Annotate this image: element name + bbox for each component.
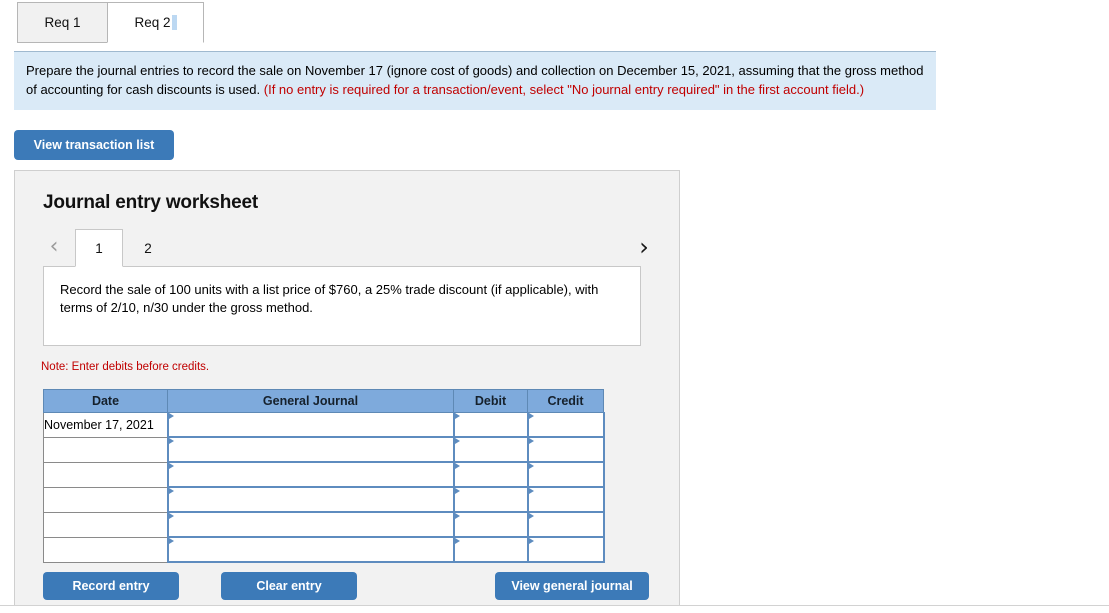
credit-input[interactable] [526,486,605,513]
journal-entry-table: Date General Journal Debit Credit Novemb… [43,389,605,563]
text-selection-caret [171,15,177,30]
tab-req-1-label: Req 1 [44,15,81,30]
tab-req-2[interactable]: Req 2 [107,2,204,43]
column-header-date: Date [43,389,168,413]
clear-entry-button[interactable]: Clear entry [221,572,357,600]
task-description-text: Record the sale of 100 units with a list… [60,282,599,316]
credit-input[interactable] [526,536,605,563]
journal-entry-worksheet-panel: Journal entry worksheet ‹ 1 2 › Record t… [14,170,680,606]
entry-tab-1-label: 1 [95,240,103,256]
date-cell[interactable] [43,487,168,513]
tab-req-2-label: Req 2 [134,15,171,30]
table-row [43,486,605,513]
general-journal-input[interactable] [166,486,455,513]
task-description-box: Record the sale of 100 units with a list… [43,266,641,346]
credit-input[interactable] [526,461,605,488]
general-journal-input[interactable] [166,461,455,488]
debit-input[interactable] [452,412,529,438]
date-cell[interactable] [43,437,168,463]
table-row [43,536,605,563]
credit-input[interactable] [526,436,605,463]
entry-tab-2-label: 2 [144,240,152,256]
general-journal-input[interactable] [166,436,455,463]
column-header-general-journal: General Journal [167,389,454,413]
credit-input[interactable] [526,511,605,538]
view-general-journal-button[interactable]: View general journal [495,572,649,600]
table-row [43,461,605,488]
chevron-right-icon[interactable]: › [633,232,655,262]
general-journal-input[interactable] [166,511,455,538]
column-header-debit: Debit [453,389,528,413]
instruction-banner: Prepare the journal entries to record th… [14,51,936,111]
debit-input[interactable] [452,461,529,488]
worksheet-title: Journal entry worksheet [43,192,259,213]
date-cell[interactable] [43,537,168,563]
table-row: November 17, 2021 [43,412,605,438]
debits-before-credits-note: Note: Enter debits before credits. [41,361,210,373]
tab-req-1[interactable]: Req 1 [17,2,108,43]
debit-input[interactable] [452,436,529,463]
debit-input[interactable] [452,511,529,538]
instruction-note-text: (If no entry is required for a transacti… [263,82,865,98]
entry-tab-1[interactable]: 1 [75,229,123,267]
bottom-divider [0,605,1109,606]
entry-pager: ‹ 1 2 › [43,229,655,267]
requirement-tabstrip: Req 1 Req 2 [0,0,1109,45]
credit-input[interactable] [526,412,605,438]
date-cell[interactable] [43,462,168,488]
column-header-credit: Credit [527,389,604,413]
entry-tab-2[interactable]: 2 [125,229,171,267]
record-entry-button[interactable]: Record entry [43,572,179,600]
table-row [43,511,605,538]
debit-input[interactable] [452,486,529,513]
table-header-row: Date General Journal Debit Credit [43,389,604,413]
date-cell[interactable] [43,512,168,538]
chevron-left-icon[interactable]: ‹ [43,232,65,262]
general-journal-input[interactable] [166,536,455,563]
date-cell[interactable]: November 17, 2021 [43,412,168,438]
general-journal-input[interactable] [166,412,455,438]
debit-input[interactable] [452,536,529,563]
table-row [43,436,605,463]
view-transaction-list-button[interactable]: View transaction list [14,130,174,160]
